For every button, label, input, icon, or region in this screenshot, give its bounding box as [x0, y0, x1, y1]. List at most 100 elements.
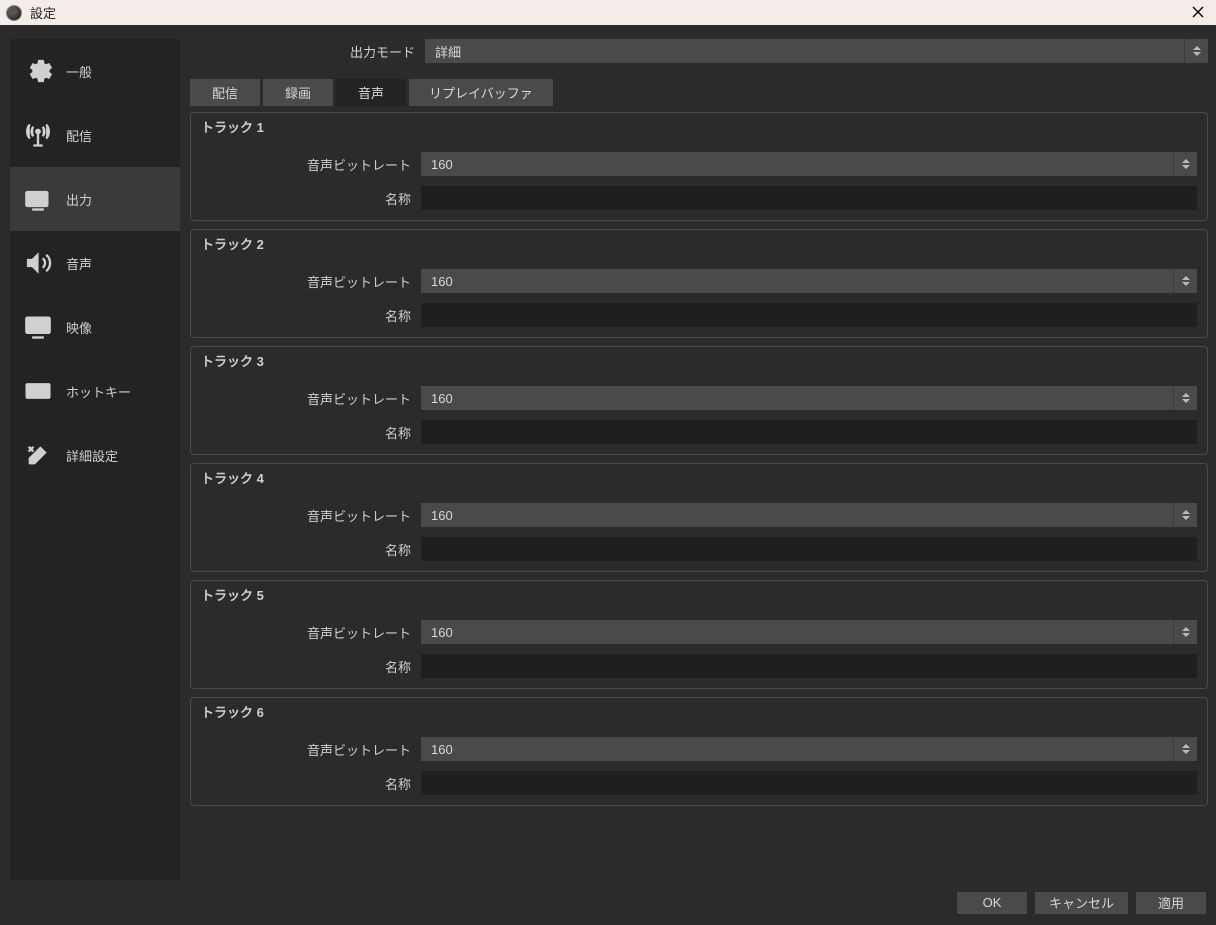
- bitrate-row: 音声ビットレート: [201, 503, 1197, 527]
- name-row: 名称: [201, 303, 1197, 327]
- bitrate-label: 音声ビットレート: [201, 506, 411, 525]
- name-input-wrap[interactable]: [421, 654, 1197, 678]
- bitrate-input[interactable]: [421, 620, 1197, 644]
- ok-button[interactable]: OK: [957, 892, 1027, 914]
- output-mode-label: 出力モード: [190, 42, 415, 61]
- close-icon: [1192, 6, 1204, 18]
- sidebar-item-output[interactable]: 出力: [10, 167, 180, 231]
- bitrate-input[interactable]: [421, 386, 1197, 410]
- sidebar-item-label: 配信: [66, 126, 92, 145]
- select-chevron-icon[interactable]: [1184, 39, 1208, 63]
- output-mode-value[interactable]: [425, 39, 1208, 63]
- bitrate-label: 音声ビットレート: [201, 272, 411, 291]
- bitrate-row: 音声ビットレート: [201, 269, 1197, 293]
- track-group: トラック 6 音声ビットレート名称: [190, 697, 1208, 806]
- speaker-icon: [22, 247, 54, 279]
- name-label: 名称: [201, 306, 411, 325]
- sidebar-item-label: 映像: [66, 318, 92, 337]
- bitrate-input[interactable]: [421, 269, 1197, 293]
- sidebar-item-label: 音声: [66, 254, 92, 273]
- sidebar-item-label: 詳細設定: [66, 446, 118, 465]
- sidebar-item-label: 一般: [66, 62, 92, 81]
- tab-audio[interactable]: 音声: [336, 79, 406, 106]
- sidebar-item-label: ホットキー: [66, 382, 131, 401]
- sidebar-item-hotkeys[interactable]: ホットキー: [10, 359, 180, 423]
- tab-replay-buffer[interactable]: リプレイバッファ: [409, 79, 553, 106]
- bitrate-row: 音声ビットレート: [201, 386, 1197, 410]
- track-title: トラック 2: [201, 234, 1197, 253]
- gear-icon: [22, 55, 54, 87]
- bitrate-input-wrap[interactable]: [421, 620, 1197, 644]
- sidebar: 一般 配信 出力 音声 映像: [10, 39, 180, 880]
- name-input[interactable]: [421, 420, 1197, 444]
- body: 一般 配信 出力 音声 映像: [0, 25, 1216, 880]
- name-input[interactable]: [421, 537, 1197, 561]
- name-row: 名称: [201, 771, 1197, 795]
- track-group: トラック 1 音声ビットレート名称: [190, 112, 1208, 221]
- output-tabs: 配信 録画 音声 リプレイバッファ: [190, 79, 1208, 106]
- keyboard-icon: [22, 375, 54, 407]
- bitrate-label: 音声ビットレート: [201, 155, 411, 174]
- name-input[interactable]: [421, 186, 1197, 210]
- sidebar-item-video[interactable]: 映像: [10, 295, 180, 359]
- bitrate-row: 音声ビットレート: [201, 737, 1197, 761]
- spinner-icon[interactable]: [1173, 386, 1197, 410]
- name-row: 名称: [201, 186, 1197, 210]
- bitrate-input[interactable]: [421, 737, 1197, 761]
- output-mode-row: 出力モード: [190, 39, 1208, 63]
- bitrate-input-wrap[interactable]: [421, 152, 1197, 176]
- sidebar-item-general[interactable]: 一般: [10, 39, 180, 103]
- sidebar-item-audio[interactable]: 音声: [10, 231, 180, 295]
- close-button[interactable]: [1186, 0, 1210, 24]
- bitrate-label: 音声ビットレート: [201, 623, 411, 642]
- track-group: トラック 5音声ビットレート名称: [190, 580, 1208, 689]
- bitrate-input[interactable]: [421, 503, 1197, 527]
- name-input-wrap[interactable]: [421, 186, 1197, 210]
- name-input-wrap[interactable]: [421, 303, 1197, 327]
- name-label: 名称: [201, 189, 411, 208]
- window-title: 設定: [30, 3, 56, 22]
- spinner-icon[interactable]: [1173, 503, 1197, 527]
- sidebar-item-label: 出力: [66, 190, 92, 209]
- name-input[interactable]: [421, 654, 1197, 678]
- output-icon: [22, 183, 54, 215]
- track-group: トラック 2 音声ビットレート名称: [190, 229, 1208, 338]
- name-label: 名称: [201, 774, 411, 793]
- obs-app-icon: [6, 5, 22, 21]
- tools-icon: [22, 439, 54, 471]
- output-mode-select[interactable]: [425, 39, 1208, 63]
- bitrate-label: 音声ビットレート: [201, 389, 411, 408]
- sidebar-item-stream[interactable]: 配信: [10, 103, 180, 167]
- name-input-wrap[interactable]: [421, 537, 1197, 561]
- track-group: トラック 3音声ビットレート名称: [190, 346, 1208, 455]
- spinner-icon[interactable]: [1173, 152, 1197, 176]
- name-input-wrap[interactable]: [421, 420, 1197, 444]
- cancel-button[interactable]: キャンセル: [1035, 892, 1128, 914]
- bitrate-row: 音声ビットレート: [201, 620, 1197, 644]
- bitrate-label: 音声ビットレート: [201, 740, 411, 759]
- sidebar-item-advanced[interactable]: 詳細設定: [10, 423, 180, 487]
- antenna-icon: [22, 119, 54, 151]
- spinner-icon[interactable]: [1173, 620, 1197, 644]
- monitor-icon: [22, 311, 54, 343]
- track-title: トラック 4: [201, 468, 1197, 487]
- bitrate-input-wrap[interactable]: [421, 386, 1197, 410]
- apply-button[interactable]: 適用: [1136, 892, 1206, 914]
- track-title: トラック 6: [201, 702, 1197, 721]
- name-row: 名称: [201, 537, 1197, 561]
- spinner-icon[interactable]: [1173, 737, 1197, 761]
- bitrate-input[interactable]: [421, 152, 1197, 176]
- name-input[interactable]: [421, 771, 1197, 795]
- tracks-container: トラック 1音声ビットレート名称トラック 2音声ビットレート名称トラック 3音声…: [190, 112, 1208, 880]
- tab-stream[interactable]: 配信: [190, 79, 260, 106]
- titlebar: 設定: [0, 0, 1216, 25]
- name-row: 名称: [201, 420, 1197, 444]
- bitrate-input-wrap[interactable]: [421, 269, 1197, 293]
- name-input[interactable]: [421, 303, 1197, 327]
- track-title: トラック 1: [201, 117, 1197, 136]
- bitrate-input-wrap[interactable]: [421, 503, 1197, 527]
- bitrate-input-wrap[interactable]: [421, 737, 1197, 761]
- tab-record[interactable]: 録画: [263, 79, 333, 106]
- spinner-icon[interactable]: [1173, 269, 1197, 293]
- name-input-wrap[interactable]: [421, 771, 1197, 795]
